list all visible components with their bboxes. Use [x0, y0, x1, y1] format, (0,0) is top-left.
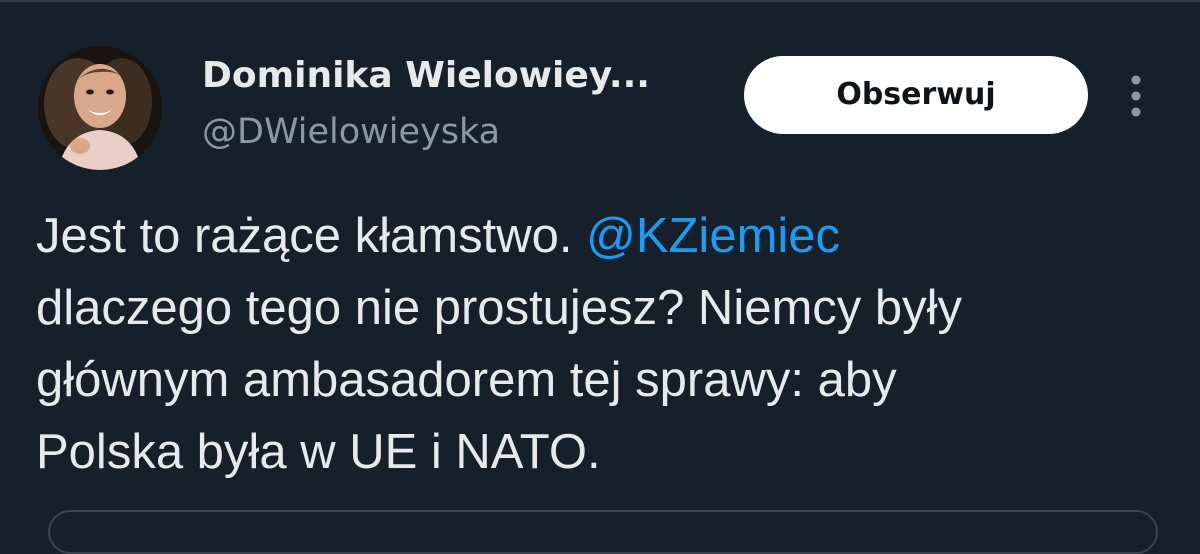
tweet-text: Jest to rażące kłamstwo. @KZiemiec dlacz…: [36, 200, 1176, 488]
tweet-text-line-4: Polska była w UE i NATO.: [36, 425, 601, 479]
mention-link[interactable]: @KZiemiec: [586, 209, 840, 263]
author-display-name[interactable]: Dominika Wielowiey...: [202, 54, 650, 98]
more-vertical-icon: [1131, 75, 1141, 117]
avatar[interactable]: [38, 46, 162, 170]
avatar-photo: [38, 46, 162, 170]
tweet-text-line-2: dlaczego tego nie prostujesz? Niemcy był…: [36, 281, 963, 335]
tweet-text-line-1: Jest to rażące kłamstwo. @KZiemiec: [36, 200, 1176, 272]
tweet: Dominika Wielowiey... @DWielowieyska Obs…: [0, 0, 1200, 554]
follow-button[interactable]: Obserwuj: [744, 56, 1088, 134]
tweet-text-segment: Jest to rażące kłamstwo.: [36, 209, 587, 263]
author-handle[interactable]: @DWielowieyska: [202, 110, 500, 154]
quoted-card-edge: [48, 510, 1158, 554]
tweet-text-line-3: głównym ambasadorem tej sprawy: aby: [36, 353, 897, 407]
more-options-button[interactable]: [1118, 66, 1154, 126]
